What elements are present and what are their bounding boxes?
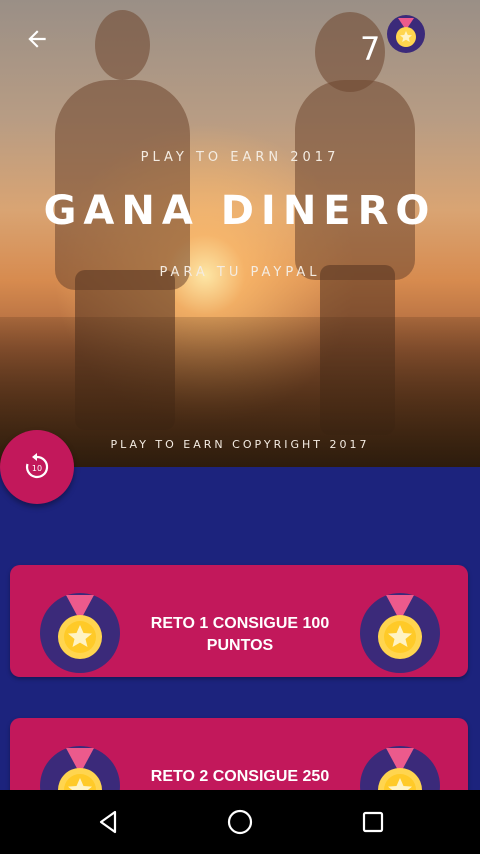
nav-recents-icon: [362, 811, 384, 833]
hero-photo-person: [95, 10, 150, 80]
nav-home-icon: [227, 809, 253, 835]
hero-banner: 7 PLAY TO EARN 2017 GANA DINERO PARA TU …: [0, 0, 480, 467]
hero-copyright: PLAY TO EARN COPYRIGHT 2017: [110, 438, 370, 451]
replay-10-button[interactable]: 10: [0, 430, 74, 504]
challenge-card-1[interactable]: RETO 1 CONSIGUE 100 PUNTOS: [10, 565, 468, 677]
medal-icon: [387, 15, 425, 53]
arrow-back-icon: [28, 30, 46, 48]
coin-count: 7: [360, 30, 381, 68]
replay-10-icon: 10: [25, 453, 49, 479]
svg-text:10: 10: [32, 464, 42, 473]
hero-photo-person: [295, 80, 415, 280]
nav-back-button[interactable]: [78, 802, 138, 842]
hero-photo-person: [55, 80, 190, 290]
nav-back-icon: [99, 810, 117, 834]
hero-tagline: PLAY TO EARN 2017: [140, 150, 340, 165]
back-button[interactable]: [20, 22, 54, 56]
nav-recents-button[interactable]: [343, 802, 403, 842]
challenge-label: RETO 2 CONSIGUE 250: [150, 768, 330, 785]
medal-icon: [40, 593, 120, 673]
medal-icon: [360, 593, 440, 673]
nav-home-button[interactable]: [210, 802, 270, 842]
challenge-label: RETO 1 CONSIGUE 100 PUNTOS: [150, 615, 330, 654]
hero-subtitle: PARA TU PAYPAL: [159, 265, 321, 280]
hero-title: GANA DINERO: [43, 188, 437, 234]
system-nav-bar: [0, 790, 480, 854]
